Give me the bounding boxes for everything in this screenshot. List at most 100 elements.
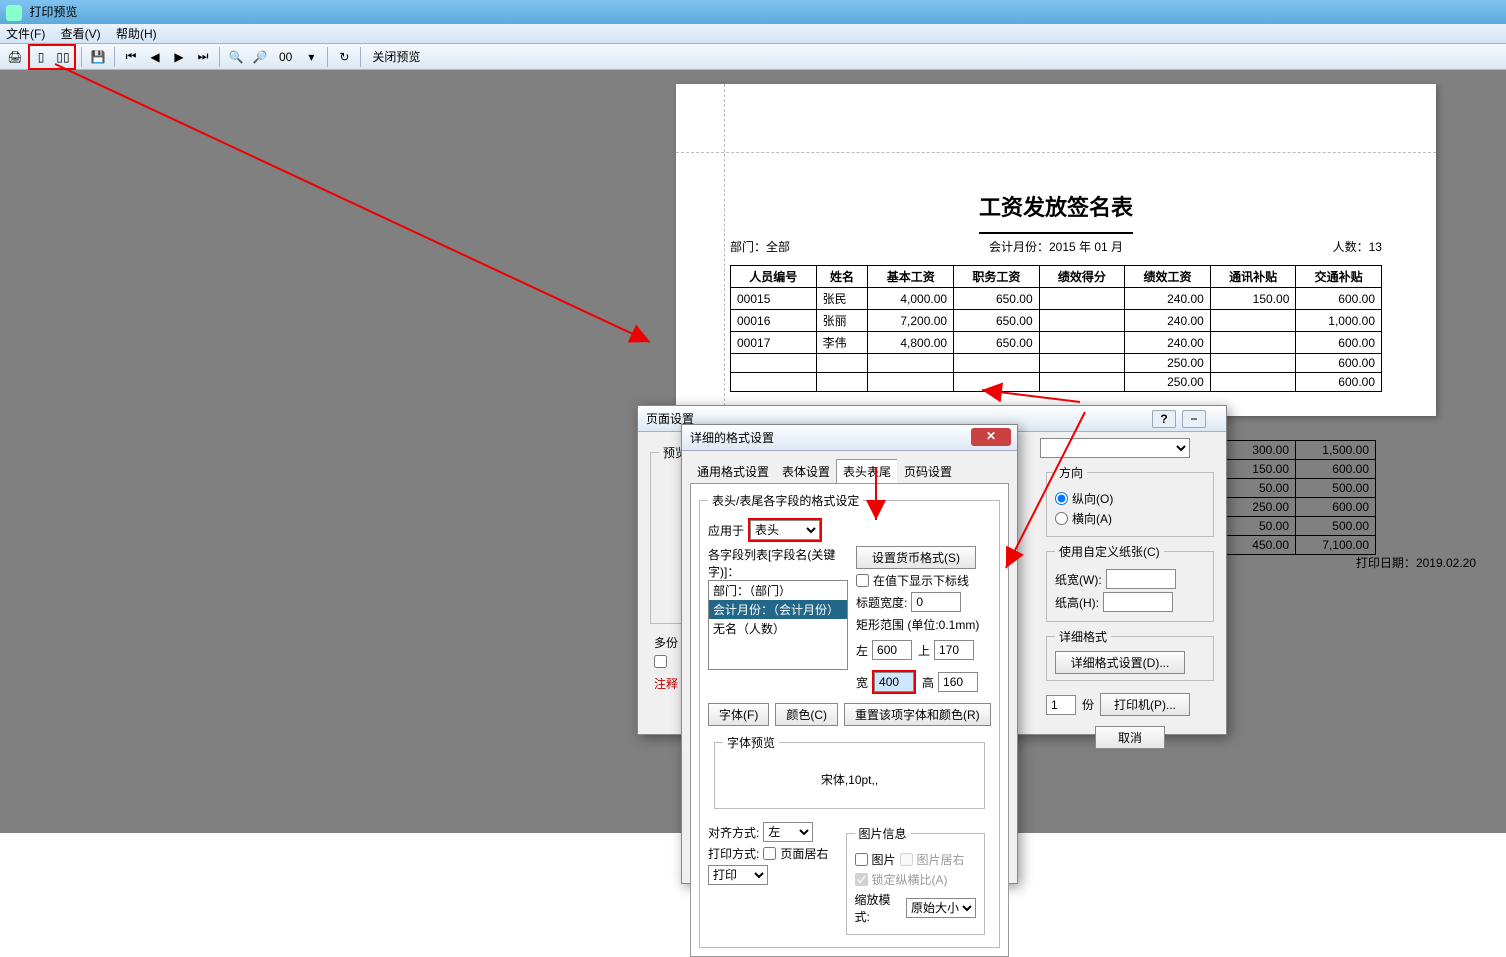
table-row: 00016张丽7,200.00650.00240.001,000.00 [731, 310, 1382, 332]
zoom-out-icon[interactable]: 🔎 [249, 46, 271, 68]
last-page-icon[interactable]: ⏭ [192, 46, 214, 68]
table-row: 150.00600.00 [1216, 460, 1376, 479]
toolbar: 🖨 ▯ ▯▯ 💾 ⏮ ◀ ▶ ⏭ 🔍 🔎 00 ▾ ↻ 关闭预览 [0, 44, 1506, 70]
window-titlebar: 打印预览 [0, 0, 1506, 24]
table-row: 00017李伟4,800.00650.00240.00600.00 [731, 332, 1382, 354]
portrait-radio[interactable] [1055, 492, 1068, 505]
print-mode-row: 打印方式:页面居右 [708, 845, 830, 862]
font-button[interactable]: 字体(F) [708, 703, 769, 726]
dropdown-icon[interactable]: ▾ [300, 46, 322, 68]
first-page-icon[interactable]: ⏮ [120, 46, 142, 68]
save-icon[interactable]: 💾 [87, 46, 109, 68]
paper-width-row: 纸宽(W): [1055, 569, 1205, 589]
direction-group: 方向 [1055, 464, 1087, 481]
align-select[interactable]: 左 [763, 822, 813, 842]
cancel-button[interactable]: 取消 [1095, 726, 1165, 749]
underline-row[interactable]: 在值下显示下标线 [856, 572, 991, 589]
detail-format-button[interactable]: 详细格式设置(D)... [1055, 651, 1185, 674]
printer-button[interactable]: 打印机(P)... [1100, 693, 1190, 716]
preview-workspace: 工资发放签名表 部门：全部 会计月份：2015 年 01 月 人数：13 人员编… [0, 70, 1506, 833]
image-checkbox[interactable] [855, 853, 868, 866]
table-header: 基本工资 [868, 266, 954, 288]
rect-left-input[interactable] [872, 640, 912, 660]
portrait-radio-row[interactable]: 纵向(O) [1055, 490, 1205, 507]
table-header: 绩效工资 [1125, 266, 1211, 288]
zoom-mode-select[interactable]: 原始大小 [906, 898, 976, 918]
font-preview-text: 宋体,10pt,, [723, 757, 976, 802]
refresh-icon[interactable]: ↻ [333, 46, 355, 68]
menu-help[interactable]: 帮助(H) [116, 27, 157, 41]
landscape-radio-row[interactable]: 横向(A) [1055, 510, 1205, 527]
reset-font-color-button[interactable]: 重置该项字体和颜色(R) [844, 703, 991, 726]
print-select[interactable]: 打印 [708, 865, 768, 885]
list-item-count[interactable]: 无名（人数） [709, 619, 847, 638]
salary-table-tail: 300.001,500.00150.00600.0050.00500.00250… [1215, 440, 1376, 555]
app-icon [6, 5, 22, 21]
paper-height-input[interactable] [1103, 592, 1173, 612]
period-cell: 会计月份：2015 年 01 月 [947, 238, 1164, 255]
table-row: 50.00500.00 [1216, 479, 1376, 498]
multi-checkbox[interactable] [654, 655, 667, 668]
rect-range-label: 矩形范围 (单位:0.1mm) [856, 616, 991, 633]
image-right-checkbox [900, 853, 913, 866]
table-header: 姓名 [816, 266, 868, 288]
paper-select[interactable] [1040, 438, 1190, 458]
tab-pagenum[interactable]: 页码设置 [897, 459, 959, 483]
tab-pane: 表头/表尾各字段的格式设定 应用于 表头 各字段列表[字段名(关键字)]： 部门… [690, 484, 1009, 957]
title-width-input[interactable] [911, 592, 961, 612]
copies-input[interactable] [1046, 695, 1076, 715]
list-item-dept[interactable]: 部门：（部门） [709, 581, 847, 600]
minimize-button[interactable]: ⎯ [1182, 410, 1206, 428]
tab-body[interactable]: 表体设置 [775, 459, 837, 483]
multipage-icon[interactable]: ▯▯ [52, 46, 74, 68]
apply-to-select[interactable]: 表头 [750, 520, 820, 540]
dept-cell: 部门：全部 [730, 238, 947, 255]
tab-general[interactable]: 通用格式设置 [690, 459, 776, 483]
header-footer-legend: 表头/表尾各字段的格式设定 [708, 492, 863, 509]
table-header: 绩效得分 [1039, 266, 1125, 288]
menu-file[interactable]: 文件(F) [6, 27, 45, 41]
landscape-radio[interactable] [1055, 512, 1068, 525]
field-list-label: 各字段列表[字段名(关键字)]： [708, 546, 848, 580]
help-button[interactable]: ? [1152, 410, 1176, 428]
paper-width-input[interactable] [1106, 569, 1176, 589]
align-row: 对齐方式:左 [708, 822, 830, 842]
detail-group: 详细格式 [1055, 628, 1111, 645]
close-preview-button[interactable]: 关闭预览 [366, 48, 426, 65]
tab-header-footer[interactable]: 表头表尾 [836, 459, 898, 483]
page-right-checkbox[interactable] [763, 847, 776, 860]
table-row: 250.00600.00 [731, 373, 1382, 392]
menubar: 文件(F) 查看(V) 帮助(H) [0, 24, 1506, 44]
table-header: 通讯补贴 [1210, 266, 1296, 288]
zoom-value[interactable]: 00 [273, 50, 298, 64]
menu-view[interactable]: 查看(V) [61, 27, 101, 41]
rect-top-input[interactable] [934, 640, 974, 660]
apply-to-row: 应用于 表头 [708, 518, 991, 542]
page-icon[interactable]: ▯ [30, 46, 52, 68]
page-preview: 工资发放签名表 部门：全部 会计月份：2015 年 01 月 人数：13 人员编… [676, 84, 1436, 416]
list-item-period[interactable]: 会计月份：（会计月份） [709, 600, 847, 619]
lock-ratio-checkbox [855, 873, 868, 886]
table-header: 职务工资 [954, 266, 1040, 288]
detail-dialog-title: 详细的格式设置 ✕ [682, 425, 1017, 451]
rect-width-input[interactable] [874, 672, 914, 692]
lock-ratio-row: 锁定纵横比(A) [855, 871, 977, 888]
paper-height-row: 纸高(H): [1055, 592, 1205, 612]
window-title: 打印预览 [29, 5, 77, 19]
close-icon[interactable]: ✕ [971, 428, 1011, 446]
rect-height-input[interactable] [938, 672, 978, 692]
salary-table: 人员编号姓名基本工资职务工资绩效得分绩效工资通讯补贴交通补贴 00015张民4,… [730, 265, 1382, 392]
next-page-icon[interactable]: ▶ [168, 46, 190, 68]
zoom-mode-row: 缩放模式:原始大小 [855, 891, 977, 925]
table-row: 00015张民4,000.00650.00240.00150.00600.00 [731, 288, 1382, 310]
prev-page-icon[interactable]: ◀ [144, 46, 166, 68]
field-list[interactable]: 部门：（部门） 会计月份：（会计月份） 无名（人数） [708, 580, 848, 670]
underline-checkbox[interactable] [856, 574, 869, 587]
currency-format-button[interactable]: 设置货币格式(S) [856, 546, 976, 569]
table-row: 50.00500.00 [1216, 517, 1376, 536]
image-group: 图片信息 [855, 825, 911, 842]
color-button[interactable]: 颜色(C) [775, 703, 838, 726]
print-icon[interactable]: 🖨 [4, 46, 26, 68]
copies-unit: 份 [1082, 696, 1094, 713]
zoom-in-icon[interactable]: 🔍 [225, 46, 247, 68]
